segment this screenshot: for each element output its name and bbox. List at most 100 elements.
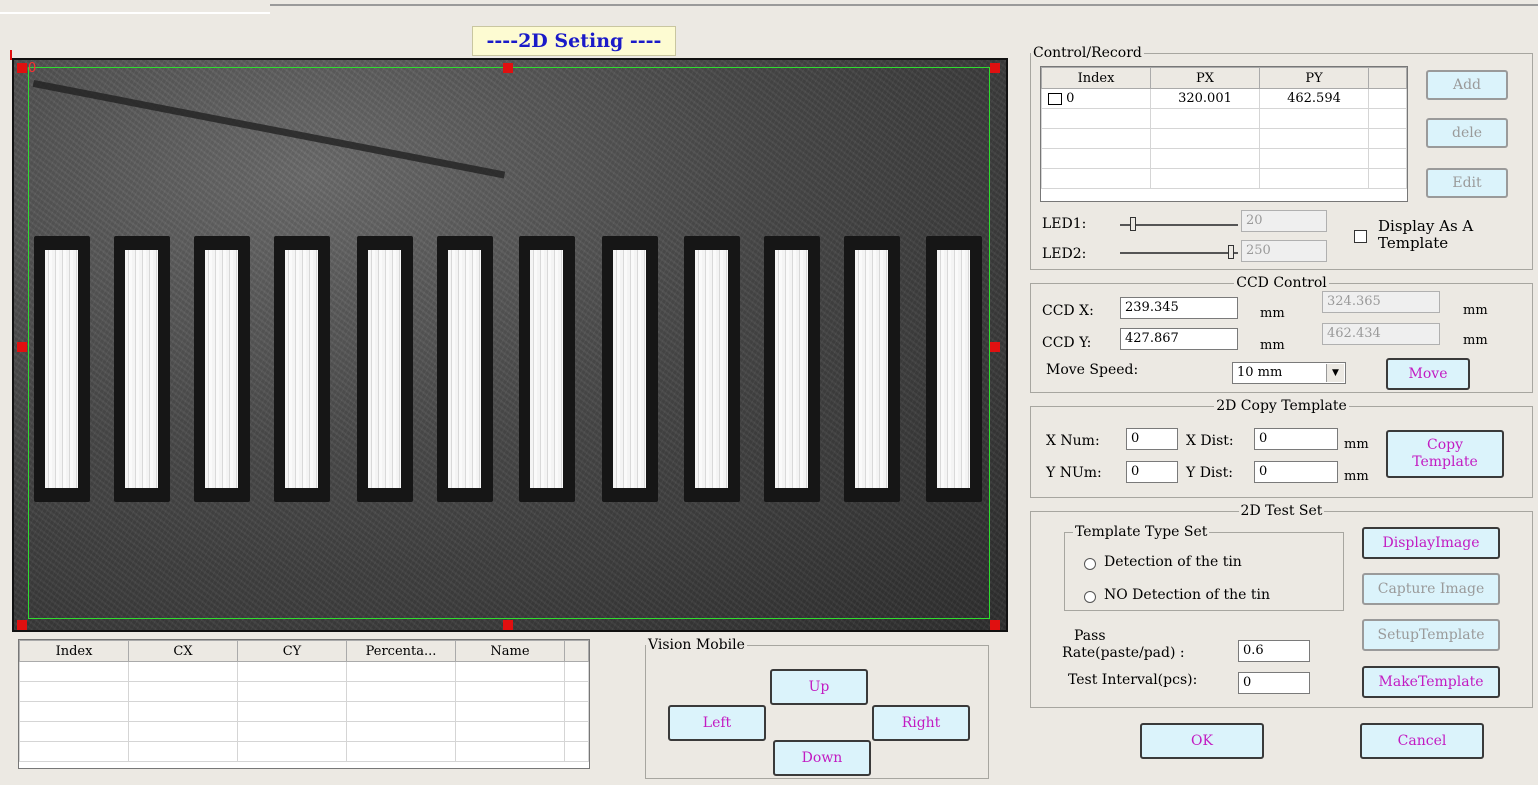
roi-handle-right[interactable]: [990, 342, 1000, 352]
ccd-control-legend: CCD Control: [1236, 275, 1327, 291]
result-col-cy[interactable]: CY: [237, 640, 347, 662]
move-right-button[interactable]: Right: [872, 705, 970, 741]
ccd-y-readout-unit: mm: [1463, 333, 1488, 348]
make-template-button[interactable]: MakeTemplate: [1362, 666, 1500, 698]
table-row: [19, 721, 589, 742]
chevron-down-icon[interactable]: ▼: [1326, 364, 1344, 382]
record-index: 0: [1066, 91, 1075, 106]
table-row: [1041, 108, 1407, 129]
roi-handle-top-right[interactable]: [990, 63, 1000, 73]
x-dist-unit: mm: [1344, 437, 1369, 452]
move-speed-select[interactable]: 10 mm ▼: [1232, 362, 1346, 384]
test-interval-input[interactable]: 0: [1238, 672, 1310, 694]
ccd-x-unit: mm: [1260, 306, 1285, 321]
result-col-percent[interactable]: Percenta...: [346, 640, 456, 662]
test-set-legend: 2D Test Set: [1240, 503, 1323, 519]
x-dist-input[interactable]: 0: [1254, 428, 1338, 450]
led1-slider-track[interactable]: [1120, 224, 1238, 226]
table-row: [1041, 128, 1407, 149]
table-row[interactable]: 0 320.001 462.594: [1041, 88, 1407, 109]
x-dist-label: X Dist:: [1186, 433, 1234, 449]
roi-handle-top[interactable]: [503, 63, 513, 73]
move-button[interactable]: Move: [1386, 358, 1470, 390]
table-row: [19, 661, 589, 682]
window-top-highlight: [0, 12, 270, 14]
move-left-button[interactable]: Left: [668, 705, 766, 741]
setup-template-button[interactable]: SetupTemplate: [1362, 619, 1500, 651]
roi-index-label: 0: [28, 61, 37, 76]
record-row-checkbox[interactable]: [1048, 92, 1062, 105]
ccd-y-unit: mm: [1260, 338, 1285, 353]
display-image-button[interactable]: DisplayImage: [1362, 527, 1500, 559]
pass-rate-line1: Pass: [1074, 628, 1106, 644]
delete-button[interactable]: dele: [1426, 118, 1508, 148]
x-num-input[interactable]: 0: [1126, 428, 1178, 450]
roi-handle-bottom-right[interactable]: [990, 620, 1000, 630]
result-col-name[interactable]: Name: [455, 640, 565, 662]
add-button[interactable]: Add: [1426, 70, 1508, 100]
move-speed-label: Move Speed:: [1046, 362, 1139, 378]
led2-value: 250: [1241, 240, 1327, 262]
y-dist-label: Y Dist:: [1186, 465, 1233, 481]
result-col-index[interactable]: Index: [19, 640, 129, 662]
result-col-cx[interactable]: CX: [128, 640, 238, 662]
pass-rate-input[interactable]: 0.6: [1238, 640, 1310, 662]
cancel-button[interactable]: Cancel: [1360, 723, 1484, 759]
led1-slider-thumb[interactable]: [1130, 217, 1136, 231]
no-detect-tin-radio[interactable]: [1084, 591, 1096, 603]
y-dist-unit: mm: [1344, 469, 1369, 484]
led2-label: LED2:: [1042, 246, 1087, 262]
detect-tin-radio[interactable]: [1084, 558, 1096, 570]
pass-rate-line2: Rate(paste/pad) :: [1062, 645, 1185, 661]
record-col-index[interactable]: Index: [1041, 67, 1151, 89]
table-row: [19, 681, 589, 702]
move-up-button[interactable]: Up: [770, 669, 868, 705]
table-row: [19, 701, 589, 722]
edit-button[interactable]: Edit: [1426, 168, 1508, 198]
ccd-x-input[interactable]: 239.345: [1120, 297, 1238, 319]
led1-value: 20: [1241, 210, 1327, 232]
table-row: [1041, 168, 1407, 189]
ccd-x-readout: 324.365: [1322, 291, 1440, 313]
ccd-y-label: CCD Y:: [1042, 335, 1092, 351]
test-interval-label: Test Interval(pcs):: [1068, 672, 1198, 688]
roi-handle-bottom[interactable]: [503, 620, 513, 630]
copy-template-line2: Template: [1412, 454, 1478, 470]
ok-button[interactable]: OK: [1140, 723, 1264, 759]
x-num-label: X Num:: [1046, 433, 1100, 449]
y-dist-input[interactable]: 0: [1254, 461, 1338, 483]
record-col-filler: [1368, 67, 1407, 89]
capture-image-button[interactable]: Capture Image: [1362, 573, 1500, 605]
record-px: 320.001: [1150, 88, 1260, 109]
table-row: [19, 741, 589, 762]
ccd-x-label: CCD X:: [1042, 303, 1094, 319]
result-table[interactable]: Index CX CY Percenta... Name: [18, 639, 590, 769]
no-detect-tin-label: NO Detection of the tin: [1104, 587, 1270, 603]
ccd-y-input[interactable]: 427.867: [1120, 328, 1238, 350]
table-row: [1041, 148, 1407, 169]
detect-tin-label: Detection of the tin: [1104, 554, 1242, 570]
led2-slider-track[interactable]: [1120, 252, 1238, 254]
record-col-py[interactable]: PY: [1259, 67, 1369, 89]
pass-rate-label: Pass Rate(paste/pad) :: [1062, 628, 1185, 662]
roi-handle-bottom-left[interactable]: [17, 620, 27, 630]
dialog-title: ----2D Seting ----: [472, 26, 676, 56]
y-num-input[interactable]: 0: [1126, 461, 1178, 483]
template-type-legend: Template Type Set: [1075, 524, 1208, 540]
copy-template-button[interactable]: Copy Template: [1386, 430, 1504, 478]
led2-slider-thumb[interactable]: [1228, 245, 1234, 259]
record-py: 462.594: [1259, 88, 1369, 109]
control-record-legend: Control/Record: [1033, 45, 1142, 61]
window-top-border: [270, 4, 1538, 6]
ccd-x-readout-unit: mm: [1463, 303, 1488, 318]
display-template-checkbox[interactable]: [1354, 230, 1367, 243]
record-col-px[interactable]: PX: [1150, 67, 1260, 89]
roi-handle-left[interactable]: [17, 342, 27, 352]
vision-mobile-legend: Vision Mobile: [648, 637, 745, 653]
control-record-table[interactable]: Index PX PY 0 320.001 462.594: [1040, 66, 1408, 202]
roi-handle-top-left[interactable]: [17, 63, 27, 73]
move-down-button[interactable]: Down: [773, 740, 871, 776]
origin-marker: [10, 50, 12, 60]
roi-rectangle[interactable]: [28, 67, 990, 619]
copy-template-legend: 2D Copy Template: [1216, 398, 1347, 414]
